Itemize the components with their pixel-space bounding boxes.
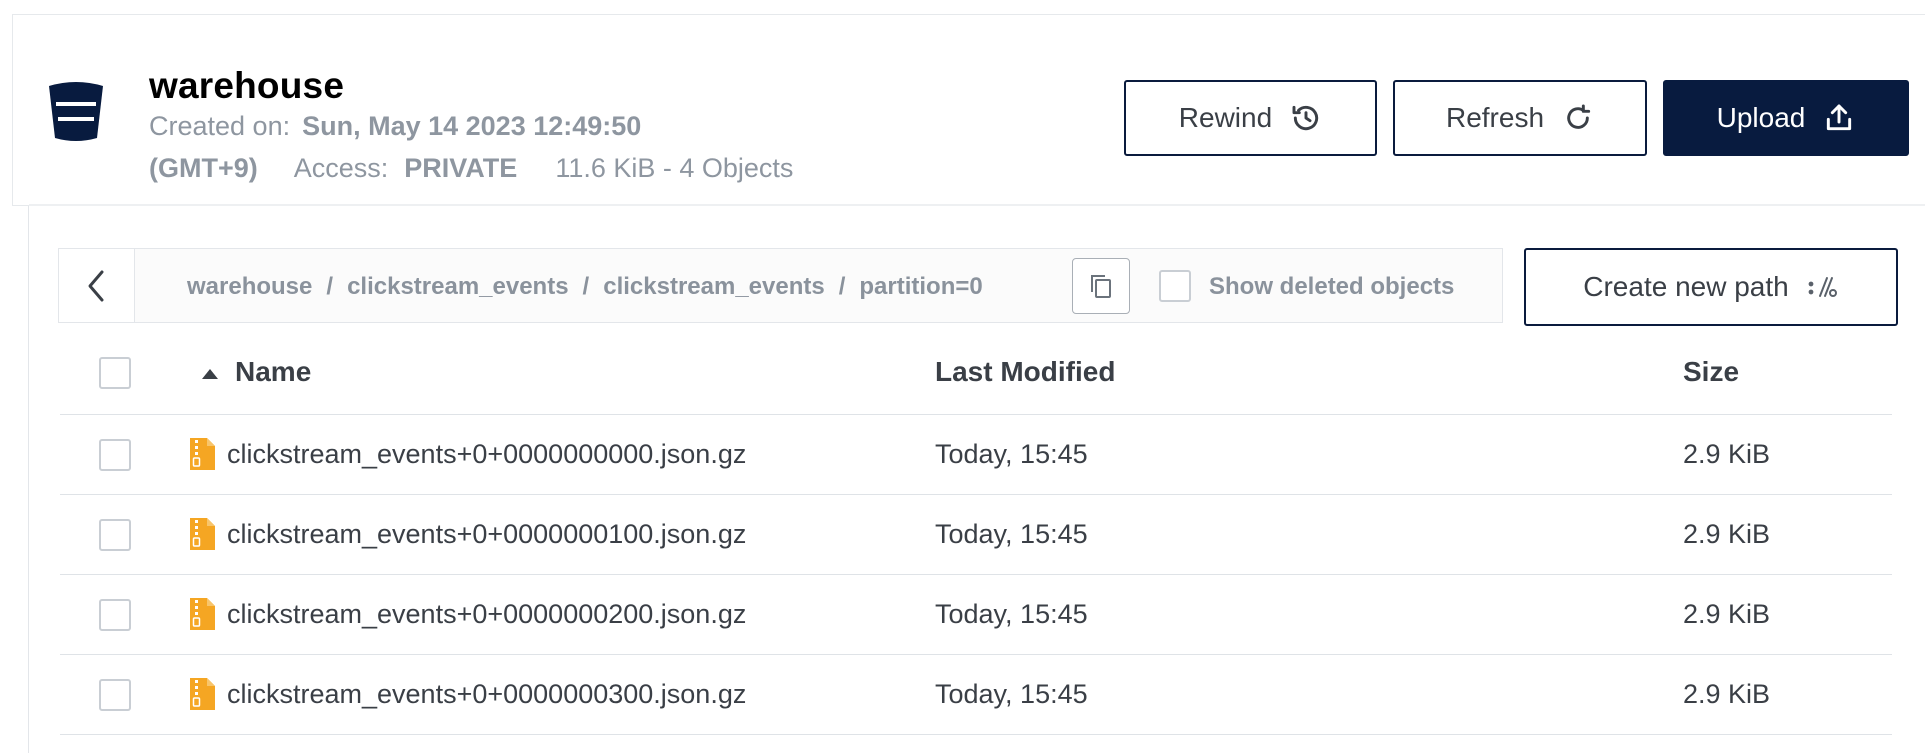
path-icon [1808,277,1837,297]
access-value: PRIVATE [404,153,518,183]
show-deleted-checkbox[interactable] [1159,270,1191,302]
upload-label: Upload [1716,102,1806,133]
refresh-label: Refresh [1445,102,1545,133]
file-modified: Today, 15:45 [935,599,1088,629]
file-modified: Today, 15:45 [935,679,1088,709]
file-name[interactable]: clickstream_events+0+0000000000.json.gz [227,439,746,470]
row-checkbox[interactable] [99,679,131,711]
upload-button[interactable]: Upload [1663,80,1909,156]
rewind-button[interactable]: Rewind [1124,80,1377,156]
file-modified: Today, 15:45 [935,439,1088,469]
created-value: Sun, May 14 2023 12:49:50 [302,111,642,141]
breadcrumb: warehouse / clickstream_events / clickstream… [187,273,983,301]
bucket-header: warehouse Created on: Sun, May 14 2023 12… [12,14,1925,206]
history-icon [1292,105,1319,131]
refresh-icon [1567,104,1591,129]
copy-path-button[interactable] [1072,258,1130,314]
bucket-details: (GMT+9) Access: PRIVATE 11.6 KiB - 4 Object… [149,153,793,184]
rewind-label: Rewind [1178,102,1273,133]
created-label: Created on: [149,111,291,141]
row-checkbox[interactable] [99,439,131,471]
breadcrumb-item[interactable]: clickstream_events [347,273,568,300]
zip-file-icon [190,598,215,630]
breadcrumb-item[interactable]: warehouse [187,273,312,300]
file-modified: Today, 15:45 [935,519,1088,549]
select-all-checkbox[interactable] [99,357,131,389]
create-new-path-button[interactable]: Create new path [1524,248,1898,326]
bucket-usage: 11.6 KiB - 4 Objects [555,153,794,183]
show-deleted-label: Show deleted objects [1209,273,1455,300]
file-size: 2.9 KiB [1683,599,1771,629]
access-label: Access: [293,153,389,183]
create-new-path-label: Create new path [1583,271,1789,302]
breadcrumb-separator: / [326,273,334,300]
table-row[interactable]: clickstream_events+0+0000000300.json.gz … [60,654,1892,734]
breadcrumb-separator: / [582,273,590,300]
file-name[interactable]: clickstream_events+0+0000000200.json.gz [227,599,746,630]
bucket-name: warehouse [149,65,345,106]
zip-file-icon [190,518,215,550]
table-row[interactable]: clickstream_events+0+0000000000.json.gz … [60,414,1892,494]
zip-file-icon [190,678,215,710]
sort-asc-icon[interactable] [200,367,220,381]
column-header-size[interactable]: Size [1683,356,1739,388]
breadcrumb-item-current[interactable]: partition=0 [859,273,982,300]
upload-icon [1827,104,1852,131]
file-size: 2.9 KiB [1683,679,1771,709]
back-button[interactable] [59,249,135,322]
chevron-left-icon [88,270,103,301]
object-browser: warehouse Created on: Sun, May 14 2023 12… [0,0,1925,753]
zip-file-icon [190,438,215,470]
timezone: (GMT+9) [149,153,258,183]
row-checkbox[interactable] [99,599,131,631]
file-name[interactable]: clickstream_events+0+0000000100.json.gz [227,519,746,550]
column-header-name[interactable]: Name [235,356,311,388]
file-size: 2.9 KiB [1683,439,1771,469]
bucket-icon [49,82,103,141]
column-header-last-modified[interactable]: Last Modified [935,356,1115,388]
bucket-created: Created on: Sun, May 14 2023 12:49:50 [149,111,641,142]
breadcrumb-item[interactable]: clickstream_events [603,273,824,300]
table-row[interactable]: clickstream_events+0+0000000200.json.gz … [60,574,1892,654]
breadcrumb-bar: warehouse / clickstream_events / clickstream… [58,248,1503,323]
refresh-button[interactable]: Refresh [1393,80,1647,156]
breadcrumb-separator: / [838,273,846,300]
file-name[interactable]: clickstream_events+0+0000000300.json.gz [227,679,746,710]
row-checkbox[interactable] [99,519,131,551]
table-bottom-border [60,734,1892,735]
file-size: 2.9 KiB [1683,519,1771,549]
table-row[interactable]: clickstream_events+0+0000000100.json.gz … [60,494,1892,574]
content-divider [28,206,29,753]
copy-icon [1091,275,1111,298]
